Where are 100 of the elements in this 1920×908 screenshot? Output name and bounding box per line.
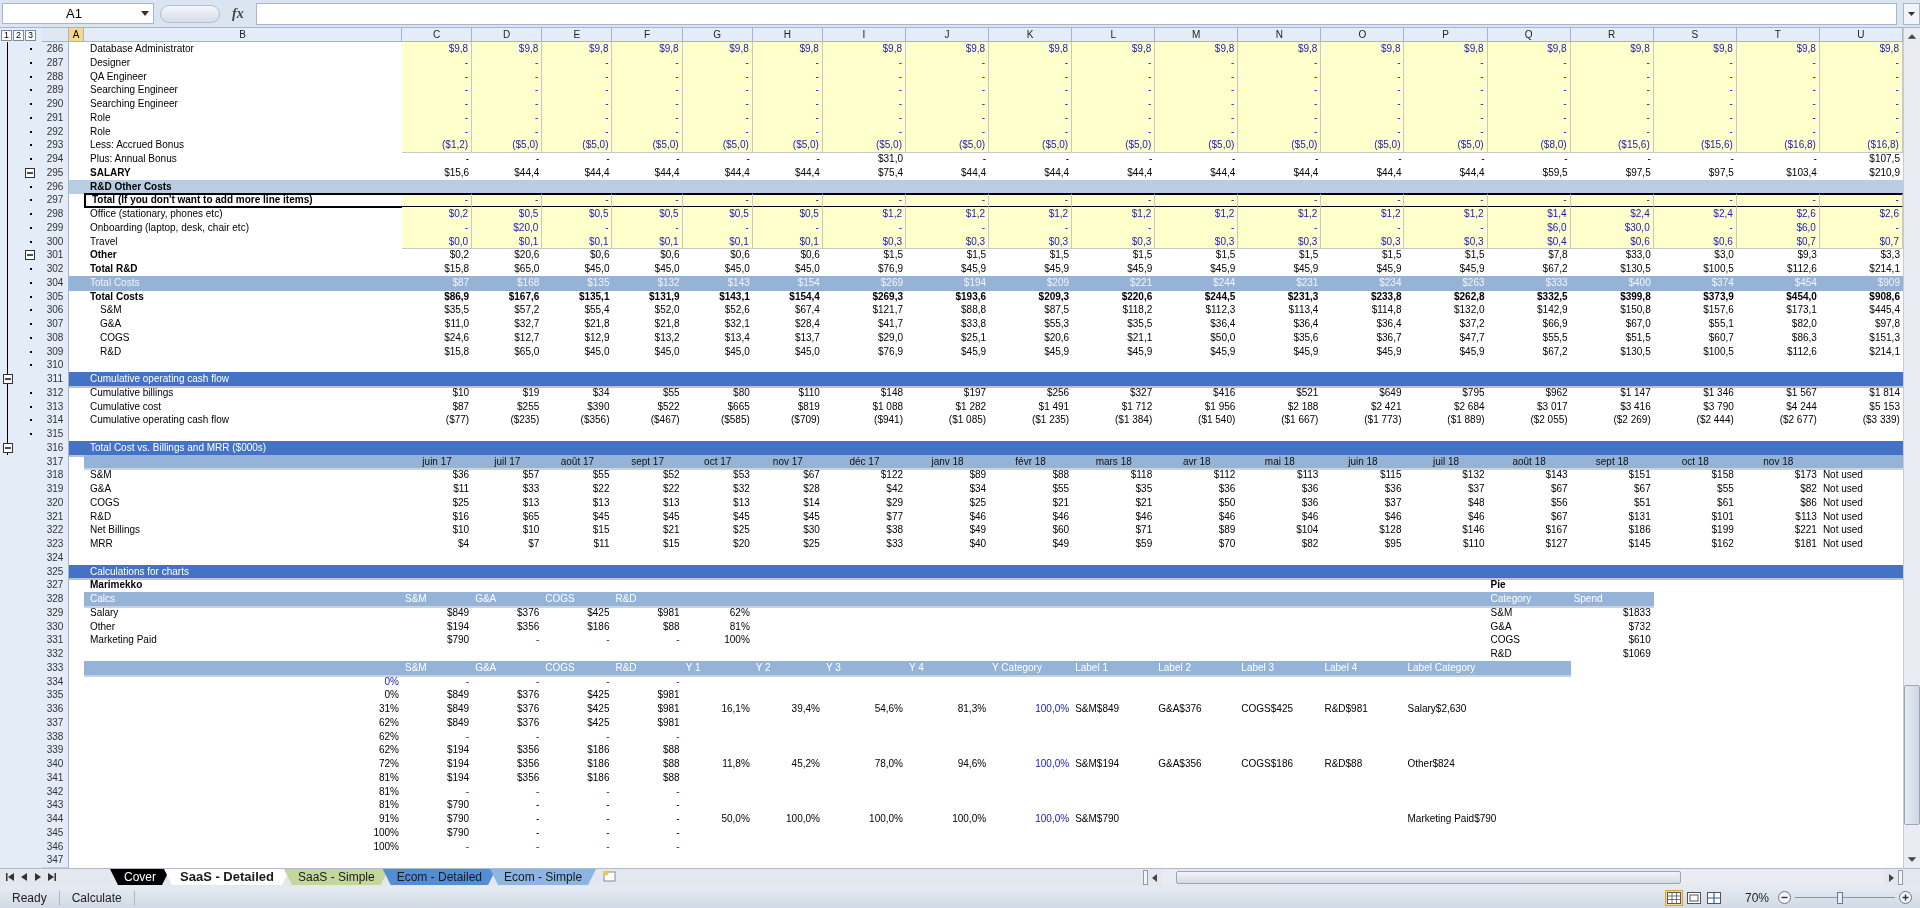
table-cell-text: $36,4 — [1292, 317, 1320, 331]
next-sheet-icon[interactable] — [34, 873, 42, 881]
zoom-in-button[interactable] — [1899, 891, 1912, 904]
table-cell-text: $75,4 — [877, 165, 904, 180]
outline-level-button[interactable]: 1 — [1, 29, 12, 41]
table-cell-text: $28 — [802, 482, 821, 496]
table-cell-text: $45,9 — [1458, 262, 1486, 276]
table-cell-text: $45,9 — [1292, 344, 1320, 359]
table-cell-text: $21,8 — [653, 317, 681, 331]
row-label: Total (If you don't want to add more line items) — [84, 193, 402, 208]
column-header[interactable]: D — [472, 28, 543, 41]
scrollbar-thumb[interactable] — [1904, 685, 1920, 825]
zoom-level[interactable]: 70% — [1736, 890, 1778, 905]
scrollbar-thumb[interactable] — [1176, 871, 1681, 884]
table-cell-text: ($1 235) — [1030, 413, 1071, 428]
column-header[interactable]: C — [402, 28, 473, 41]
table-cell-text: $89 — [968, 468, 988, 483]
column-header[interactable]: N — [1238, 28, 1322, 41]
table-cell-text: $1 956 — [1203, 399, 1237, 414]
table-cell-text: $21 — [661, 523, 681, 538]
table-cell-text: $962 — [1544, 385, 1569, 400]
sheet-tab[interactable]: Ecom - Simple — [490, 869, 597, 885]
slider-thumb[interactable] — [1837, 891, 1843, 904]
normal-view-icon[interactable] — [1666, 890, 1682, 905]
table-cell-text: $37 — [1466, 482, 1486, 496]
page-break-icon[interactable] — [1706, 890, 1722, 905]
column-header[interactable]: T — [1736, 28, 1820, 41]
table-cell-text: ($3 339) — [1861, 413, 1901, 428]
column-header[interactable]: L — [1072, 28, 1156, 41]
column-header[interactable]: B — [84, 28, 402, 41]
horizontal-scrollbar[interactable] — [1162, 870, 1884, 885]
formula-field[interactable] — [255, 2, 1897, 25]
table-cell-text: $88 — [1051, 468, 1071, 483]
table-cell: ($16,8) — [1819, 138, 1903, 153]
table-cell-text: $20,6 — [1043, 330, 1071, 345]
column-header[interactable]: I — [822, 28, 906, 41]
column-header[interactable]: Q — [1487, 28, 1571, 41]
table-cell-text: $13 — [521, 495, 541, 510]
column-header[interactable]: K — [989, 28, 1073, 41]
table-cell-text: $114,8 — [1370, 303, 1403, 318]
column-header[interactable]: E — [542, 28, 613, 41]
table-cell-text: $49 — [1051, 537, 1071, 551]
column-header[interactable]: R — [1570, 28, 1654, 41]
table-cell: ($5,0) — [752, 138, 823, 153]
name-box[interactable]: A1 — [2, 3, 154, 24]
insert-function-button[interactable]: fx — [226, 5, 250, 22]
first-sheet-icon[interactable] — [6, 873, 14, 881]
column-header[interactable]: O — [1321, 28, 1405, 41]
column-header[interactable]: S — [1653, 28, 1737, 41]
table-cell: - — [822, 97, 906, 112]
outline-level-button[interactable]: 3 — [25, 29, 36, 41]
collapse-button[interactable] — [25, 167, 35, 178]
column-header[interactable]: A — [69, 28, 84, 41]
previous-sheet-icon[interactable] — [20, 873, 28, 881]
scroll-right-button[interactable] — [1886, 872, 1896, 883]
column-header[interactable]: G — [682, 28, 753, 41]
column-header: R&D — [612, 660, 683, 677]
expand-icon[interactable] — [1903, 2, 1920, 25]
table-cell: $9,8 — [542, 42, 613, 57]
last-sheet-icon[interactable] — [48, 873, 56, 881]
table-cell-text: $45,9 — [1375, 344, 1403, 359]
table-cell-text: 94,6% — [956, 757, 988, 771]
vertical-scrollbar[interactable] — [1903, 28, 1920, 868]
row-label: Plus: Annual Bonus — [89, 152, 178, 166]
row-number: 332 — [42, 647, 69, 662]
table-cell: - — [472, 97, 543, 112]
column-header[interactable]: H — [752, 28, 823, 41]
column-header[interactable]: M — [1155, 28, 1239, 41]
collapse-button[interactable] — [3, 442, 13, 453]
table-cell-text: $12,7 — [513, 330, 541, 345]
splitter-handle[interactable] — [160, 4, 220, 23]
table-cell-text: $112 — [1212, 468, 1237, 483]
table-cell-text: $89 — [1217, 523, 1237, 538]
table-cell-text: R&D$981 — [1323, 702, 1369, 716]
table-cell-text: 100% — [723, 633, 751, 648]
zoom-out-button[interactable] — [1778, 891, 1791, 904]
collapse-button[interactable] — [3, 374, 13, 384]
table-cell-text: - — [534, 825, 541, 840]
column-header[interactable]: P — [1404, 28, 1488, 41]
scroll-left-button[interactable] — [1150, 872, 1160, 883]
column-header[interactable]: J — [906, 28, 990, 41]
table-cell-text: $82 — [1300, 537, 1320, 551]
table-cell-text: $3,3 — [1879, 248, 1901, 263]
table-cell-text: $35,5 — [443, 303, 471, 318]
outline-level-button[interactable]: 2 — [13, 29, 24, 41]
split-handle[interactable] — [1898, 870, 1903, 885]
column-header: G&A — [472, 660, 543, 677]
table-cell-text: $55,5 — [1541, 330, 1569, 345]
table-cell-text: $1,5 — [882, 248, 904, 263]
row-label: Other — [89, 248, 118, 263]
table-cell-text: $15,8 — [443, 344, 471, 359]
page-layout-icon[interactable] — [1686, 890, 1702, 905]
dropdown-icon[interactable] — [141, 11, 149, 16]
column-header[interactable]: U — [1819, 28, 1903, 41]
table-cell-text: - — [1231, 152, 1237, 166]
table-cell: $132 — [612, 275, 683, 291]
collapse-button[interactable] — [25, 250, 35, 261]
column-header[interactable]: F — [612, 28, 683, 41]
split-handle[interactable] — [1143, 870, 1148, 885]
table-cell-text: - — [675, 798, 681, 813]
